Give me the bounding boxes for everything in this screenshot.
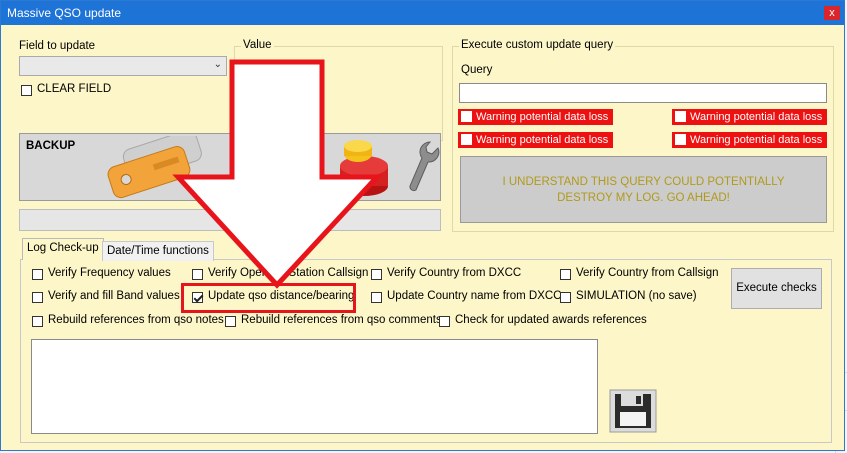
arrow-down-icon xyxy=(172,59,383,289)
